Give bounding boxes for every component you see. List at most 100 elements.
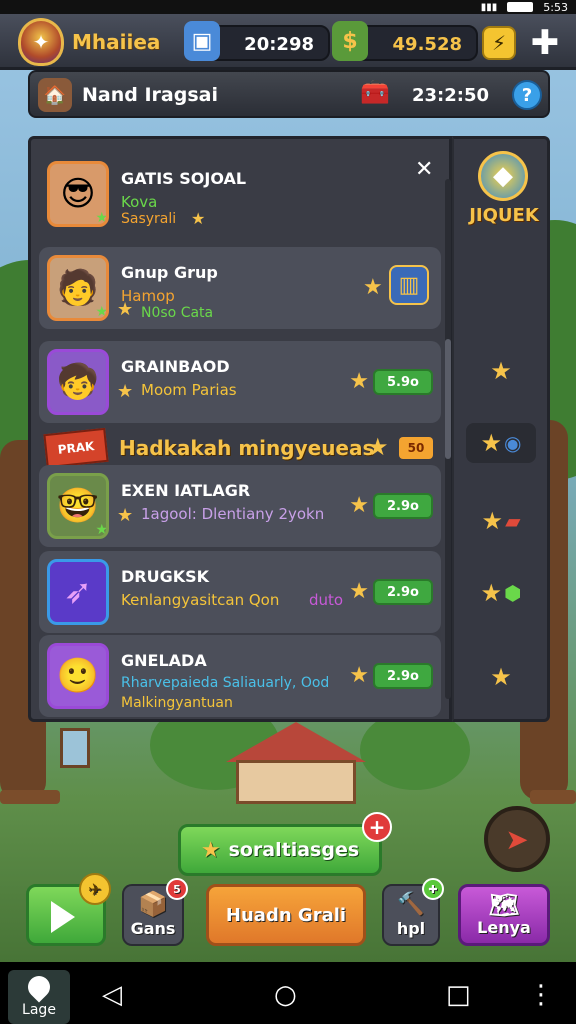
entry-name: EXEN IATLAGR xyxy=(121,481,251,500)
event-icon: 🏠 xyxy=(38,78,72,112)
boost-round-button[interactable]: ➤ xyxy=(484,806,550,872)
list-item[interactable]: ➶ DRUGKSK Kenlangyasitcan Qon duto ★ 2.9… xyxy=(39,551,441,633)
recents-icon[interactable]: □ xyxy=(446,980,471,1010)
more-vert-icon[interactable]: ⋮ xyxy=(528,980,554,1010)
avatar: ➶ xyxy=(47,559,109,625)
resource-money[interactable]: $ 49.528 xyxy=(332,21,478,61)
avatar: 🧑 ★ xyxy=(47,255,109,321)
crate-stack-icon: 📦 xyxy=(138,890,168,918)
list-item[interactable]: 🙂 GNELADA Rharvepaieda Saliauarly, Ood M… xyxy=(39,635,441,717)
entry-name: GATIS SOJOAL xyxy=(121,169,247,188)
resource-crates[interactable]: ▣ 20:298 xyxy=(184,21,330,61)
menu-plus-button[interactable]: ✚ xyxy=(528,23,562,63)
avatar: 🙂 xyxy=(47,643,109,709)
main-action-button[interactable]: ★ soraltiasges xyxy=(178,824,382,876)
plus-icon: ✚ xyxy=(530,23,560,63)
star-icon: ★ xyxy=(367,433,389,461)
app-home-button[interactable]: Lage xyxy=(8,970,70,1024)
star-icon: ★ xyxy=(349,369,369,394)
side-logo[interactable]: ◆ JIQUEK xyxy=(464,149,540,239)
signal-icon: ▮▮▮ xyxy=(480,1,498,13)
side-reward-panel: ◆ JIQUEK ★ ★ ◉ ★ ▰ ★ ⬢ ★ xyxy=(452,136,550,722)
house-window xyxy=(60,728,90,768)
reward-pill[interactable]: 5.9o xyxy=(373,369,433,395)
add-plus-icon[interactable]: + xyxy=(362,812,392,842)
event-timer: 23:2:50 xyxy=(412,85,490,106)
money-bag-icon: $ xyxy=(332,21,368,61)
star-icon: ★ xyxy=(117,505,134,526)
house-roof xyxy=(226,722,366,762)
play-button[interactable]: ✈ xyxy=(26,873,111,946)
status-bar: ▮▮▮ 5:53 xyxy=(0,0,576,14)
player-name: Mhaiiea xyxy=(72,30,161,54)
reward-pill[interactable]: 2.9o xyxy=(373,579,433,605)
side-reward-row[interactable]: ★ ⬢ xyxy=(466,573,536,613)
top-hud: ✦ Mhaiiea ▣ 20:298 $ 49.528 ⚡ ✚ xyxy=(0,14,576,70)
app-home-label: Lage xyxy=(22,1002,56,1018)
back-icon[interactable]: ◁ xyxy=(102,980,122,1010)
dice-icon: ⬢ xyxy=(504,581,522,605)
hpl-button[interactable]: 🔨 ✚ hpl xyxy=(382,878,444,946)
star-icon: ★ xyxy=(481,507,504,535)
entry-line1: 1agool: Dlentiany 2yokn xyxy=(141,505,325,523)
side-reward-row[interactable]: ★ ▰ xyxy=(466,501,536,541)
resource-crates-value: 20:298 xyxy=(244,34,314,55)
banner-title: Hadkakah mingyeueas xyxy=(119,436,375,460)
notification-badge: ✚ xyxy=(422,878,444,900)
hammer-icon: 🔨 xyxy=(397,892,425,917)
system-nav-bar: Lage ◁ ○ □ ⋮ xyxy=(0,962,576,1024)
house xyxy=(236,760,356,804)
online-badge-icon: ★ xyxy=(95,522,108,538)
main-action-label: soraltiasges xyxy=(228,839,360,861)
side-reward-row[interactable]: ★ xyxy=(466,657,536,697)
star-icon: ★ xyxy=(191,209,206,228)
gans-button[interactable]: 📦 5 Gans xyxy=(122,878,188,946)
side-reward-row[interactable]: ★ xyxy=(466,351,536,391)
star-icon: ★ xyxy=(349,663,369,688)
star-icon: ★ xyxy=(117,381,134,402)
notification-badge: 5 xyxy=(166,878,188,900)
bench xyxy=(530,790,576,804)
entry-line1: Kova xyxy=(121,193,158,211)
center-action-label: Huadn Grali xyxy=(225,904,347,926)
entry-name: Gnup Grup xyxy=(121,263,218,282)
online-badge-icon: ★ xyxy=(95,304,108,320)
play-icon xyxy=(51,901,75,933)
star-icon: ★ xyxy=(480,579,503,607)
entry-name: GRAINBAOD xyxy=(121,357,230,376)
star-icon: ★ xyxy=(349,493,369,518)
hpl-label: hpl xyxy=(396,919,426,938)
bolt-icon: ⚡ xyxy=(491,31,507,55)
status-time: 5:53 xyxy=(543,0,568,14)
entry-line1-suffix: duto xyxy=(309,591,344,609)
energy-button[interactable]: ⚡ xyxy=(482,26,516,60)
list-item[interactable]: 🧒 GRAINBAOD ★ Moom Parias ★ 5.9o xyxy=(39,341,441,423)
banner-badge: 50 xyxy=(399,437,433,459)
friends-list-panel: ✕ 😎 ★ GATIS SOJOAL Kova Sasyrali ★ 🧑 ★ Gnu… xyxy=(28,136,452,722)
gans-label: Gans xyxy=(130,919,176,938)
avatar: 🤓 ★ xyxy=(47,473,109,539)
resource-money-value: 49.528 xyxy=(392,34,462,55)
player-crest-icon[interactable]: ✦ xyxy=(18,18,64,66)
list-item[interactable]: 🧑 ★ Gnup Grup Hamop ★ N0so Cata ★ ▥ xyxy=(39,247,441,329)
battery-icon xyxy=(507,2,534,12)
reward-item-icon[interactable]: ▥ xyxy=(389,265,429,305)
help-button[interactable]: ? xyxy=(512,80,542,110)
list-item[interactable]: 🤓 ★ EXEN IATLAGR ★ 1agool: Dlentiany 2yok… xyxy=(39,465,441,547)
list-item[interactable]: 😎 ★ GATIS SOJOAL Kova Sasyrali ★ xyxy=(39,153,441,235)
lenya-button[interactable]: 🗺 Lenya xyxy=(458,884,550,946)
center-action-button[interactable]: Huadn Grali xyxy=(206,884,366,946)
banner-flag: PRAK xyxy=(43,427,109,469)
side-reward-row[interactable]: ★ ◉ xyxy=(466,423,536,463)
scroll-thumb[interactable] xyxy=(445,339,451,459)
plane-icon: ✈ xyxy=(79,873,111,905)
entry-line1: Rharvepaieda Saliauarly, Ood xyxy=(121,675,330,691)
scrollbar[interactable] xyxy=(445,179,451,699)
avatar: 😎 ★ xyxy=(47,161,109,227)
reward-pill[interactable]: 2.9o xyxy=(373,663,433,689)
entry-name: DRUGKSK xyxy=(121,567,210,586)
bush xyxy=(360,710,470,790)
home-circle-icon[interactable]: ○ xyxy=(274,980,297,1010)
star-icon: ★ xyxy=(200,837,221,863)
reward-pill[interactable]: 2.9o xyxy=(373,493,433,519)
